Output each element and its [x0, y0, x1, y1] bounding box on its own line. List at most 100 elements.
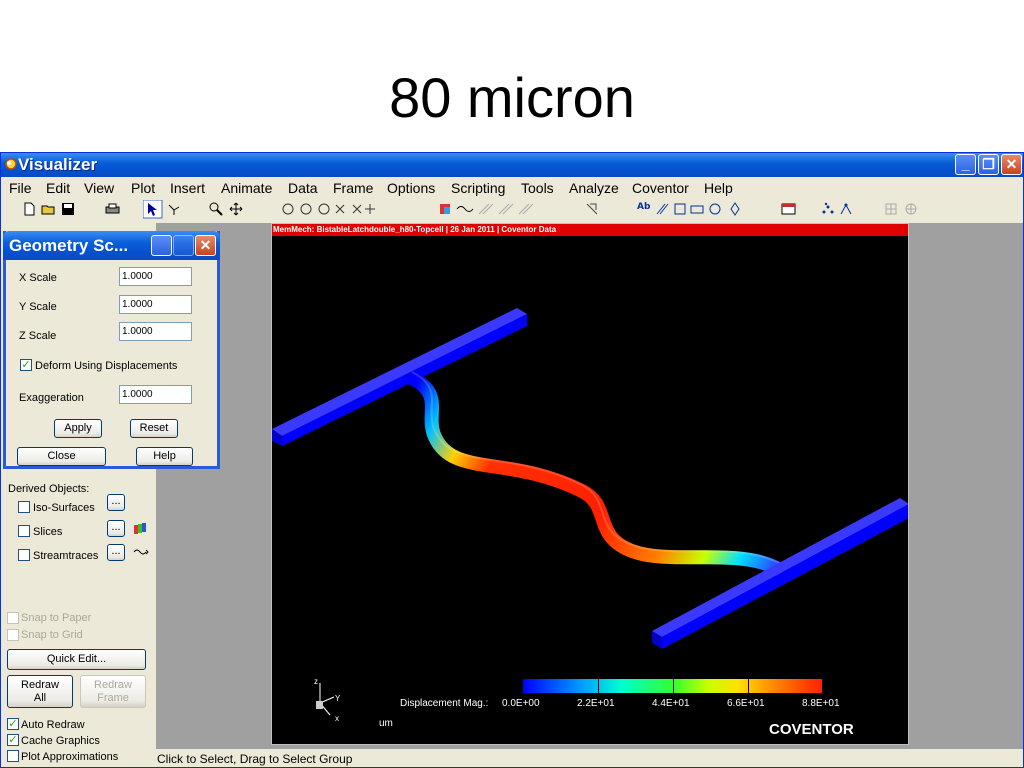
rotate-tools-icon[interactable] — [281, 202, 379, 216]
window-titlebar[interactable]: Visualizer _ ❐ ✕ — [1, 153, 1023, 177]
select-arrow-icon[interactable] — [143, 200, 163, 219]
dialog-close-button[interactable]: Close — [17, 447, 106, 466]
snap-to-grid-checkbox[interactable] — [7, 629, 19, 641]
cache-graphics-checkbox[interactable]: ✓ — [7, 734, 19, 746]
shape-tools-icon[interactable] — [655, 202, 747, 216]
text-tool-icon[interactable]: Ab — [637, 202, 650, 212]
minimize-button[interactable]: _ — [955, 154, 976, 175]
menu-bar: File Edit View Plot Insert Animate Data … — [1, 177, 1023, 199]
colorbar-divider — [673, 679, 674, 693]
adjust-tool-icon[interactable] — [167, 202, 181, 216]
redraw-all-button[interactable]: Redraw All — [7, 675, 73, 708]
window-title: Visualizer — [18, 155, 98, 174]
grid-tools-icon[interactable] — [885, 202, 919, 216]
streamtraces-details-button[interactable]: ... — [107, 544, 125, 561]
x-scale-label: X Scale — [19, 272, 57, 284]
menu-options[interactable]: Options — [387, 180, 435, 196]
frame-icon[interactable] — [781, 202, 797, 216]
redraw-all-label-1: Redraw — [21, 679, 59, 691]
maximize-button[interactable]: ❐ — [978, 154, 999, 175]
axis-y-label: Y — [335, 694, 341, 703]
menu-scripting[interactable]: Scripting — [451, 180, 505, 196]
insert-tools-icon[interactable] — [439, 202, 551, 216]
menu-data[interactable]: Data — [288, 180, 318, 196]
open-folder-icon[interactable] — [41, 202, 56, 216]
redraw-frame-label-2: Frame — [97, 692, 129, 704]
iso-surfaces-label: Iso-Surfaces — [33, 502, 95, 514]
probe-icon[interactable] — [585, 202, 601, 216]
legend-tick: 6.6E+01 — [727, 698, 765, 709]
apply-button[interactable]: Apply — [54, 419, 102, 438]
coventor-logo: COVENTOR — [769, 721, 854, 738]
unit-label: um — [379, 718, 393, 729]
menu-animate[interactable]: Animate — [221, 180, 272, 196]
menu-view[interactable]: View — [84, 180, 114, 196]
geometry-scale-dialog: Geometry Sc... ✕ X Scale 1.0000 Y Scale … — [3, 231, 220, 469]
dialog-titlebar[interactable]: Geometry Sc... ✕ — [3, 231, 220, 260]
menu-analyze[interactable]: Analyze — [569, 180, 619, 196]
iso-surfaces-details-button[interactable]: ... — [107, 494, 125, 511]
legend-tick: 2.2E+01 — [577, 698, 615, 709]
menu-tools[interactable]: Tools — [521, 180, 554, 196]
menu-edit[interactable]: Edit — [46, 180, 70, 196]
slices-details-button[interactable]: ... — [107, 520, 125, 537]
new-file-icon[interactable] — [23, 202, 36, 216]
viewport-header: MemMech: BistableLatchdouble_h80-Topcell… — [272, 224, 908, 236]
visualizer-app-icon — [5, 158, 17, 170]
legend-tick: 0.0E+00 — [502, 698, 540, 709]
y-scale-label: Y Scale — [19, 301, 57, 313]
menu-help[interactable]: Help — [704, 180, 733, 196]
plot-viewport[interactable]: MemMech: BistableLatchdouble_h80-Topcell… — [271, 223, 909, 745]
beam-3d-render[interactable] — [272, 236, 908, 744]
plot-approximations-label: Plot Approximations — [21, 751, 119, 763]
menu-file[interactable]: File — [9, 180, 32, 196]
colorbar-divider — [748, 679, 749, 693]
reset-button[interactable]: Reset — [130, 419, 178, 438]
axis-x-label: x — [335, 714, 339, 723]
deform-displacements-checkbox[interactable]: ✓ — [20, 359, 32, 371]
iso-surfaces-checkbox[interactable] — [18, 501, 30, 513]
close-button[interactable]: ✕ — [1001, 154, 1022, 175]
exaggeration-label: Exaggeration — [19, 392, 84, 404]
quick-edit-button[interactable]: Quick Edit... — [7, 649, 146, 670]
snap-to-paper-label: Snap to Paper — [21, 612, 92, 624]
save-icon[interactable] — [61, 202, 75, 216]
dialog-help-button[interactable]: Help — [136, 447, 193, 466]
z-scale-input[interactable]: 1.0000 — [119, 322, 192, 341]
menu-plot[interactable]: Plot — [131, 180, 155, 196]
cache-graphics-label: Cache Graphics — [21, 735, 100, 747]
auto-redraw-checkbox[interactable]: ✓ — [7, 718, 19, 730]
redraw-frame-button[interactable]: Redraw Frame — [80, 675, 146, 708]
legend-label: Displacement Mag.: — [400, 698, 489, 709]
slices-label: Slices — [33, 526, 63, 538]
zoom-icon[interactable] — [209, 202, 223, 216]
translate-icon[interactable] — [229, 202, 243, 216]
print-icon[interactable] — [105, 202, 120, 216]
legend-tick: 8.8E+01 — [802, 698, 840, 709]
dialog-minimize-button[interactable] — [151, 235, 172, 256]
derived-objects-label: Derived Objects: — [8, 483, 90, 495]
x-scale-input[interactable]: 1.0000 — [119, 267, 192, 286]
axis-z-label: z — [314, 677, 318, 686]
menu-coventor[interactable]: Coventor — [632, 180, 689, 196]
menu-frame[interactable]: Frame — [333, 180, 373, 196]
colorbar-divider — [598, 679, 599, 693]
auto-redraw-label: Auto Redraw — [21, 719, 85, 731]
z-scale-label: Z Scale — [19, 330, 57, 342]
dialog-maximize-button[interactable] — [173, 235, 194, 256]
slices-checkbox[interactable] — [18, 525, 30, 537]
redraw-frame-label-1: Redraw — [94, 679, 132, 691]
snap-to-paper-checkbox[interactable] — [7, 612, 19, 624]
slices-icon — [134, 523, 146, 534]
status-bar: Click to Select, Drag to Select Group — [157, 752, 353, 766]
redraw-all-label-2: All — [33, 692, 47, 704]
dialog-close-icon[interactable]: ✕ — [195, 235, 216, 256]
streamtraces-checkbox[interactable] — [18, 549, 30, 561]
plot-approximations-checkbox[interactable] — [7, 750, 19, 762]
exaggeration-input[interactable]: 1.0000 — [119, 385, 192, 404]
toolbar: Ab — [1, 199, 1023, 221]
deform-displacements-label: Deform Using Displacements — [35, 360, 178, 372]
y-scale-input[interactable]: 1.0000 — [119, 295, 192, 314]
contour-tools-icon[interactable] — [821, 202, 857, 216]
menu-insert[interactable]: Insert — [170, 180, 205, 196]
